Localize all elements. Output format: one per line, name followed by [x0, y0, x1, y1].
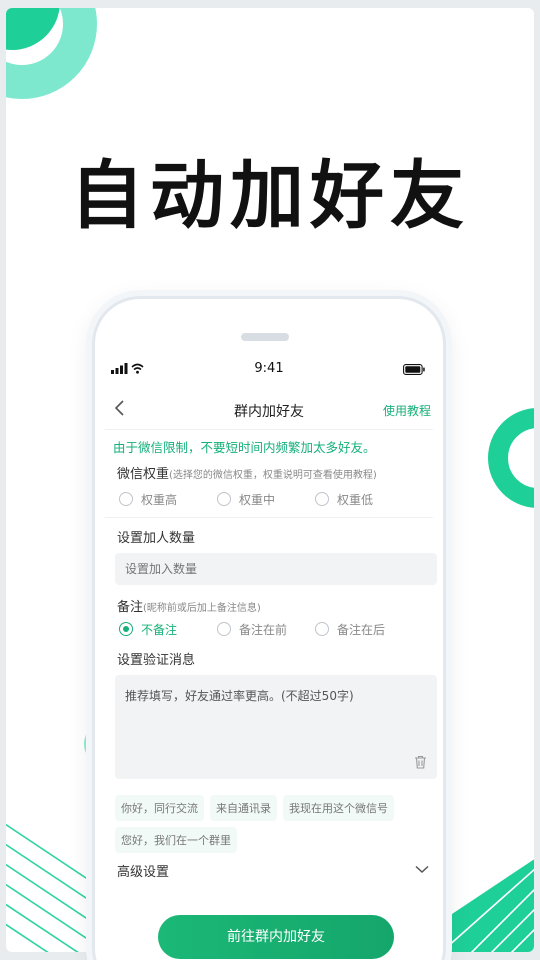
radio-dot: [217, 622, 231, 636]
trash-icon[interactable]: [414, 755, 427, 769]
remark-label: 备注(昵称前或后加上备注信息): [117, 596, 261, 615]
decor-ring-right: [488, 408, 534, 508]
advanced-settings-toggle[interactable]: 高级设置: [117, 861, 429, 883]
remark-options: 不备注 备注在前 备注在后: [119, 619, 433, 639]
radio-label: 权重中: [239, 492, 276, 507]
headline: 自动加好友: [70, 153, 470, 239]
limit-warning: 由于微信限制，不要短时间内频繁加太多好友。: [113, 440, 376, 455]
radio-label: 备注在后: [337, 622, 386, 637]
chip-message[interactable]: 我现在用这个微信号: [283, 795, 394, 821]
advanced-settings-label: 高级设置: [117, 865, 170, 880]
radio-label: 权重低: [337, 492, 374, 507]
status-time: 9:41: [254, 361, 284, 376]
battery-icon: [403, 364, 425, 375]
nav-bar: 群内加好友 使用教程: [95, 395, 443, 425]
remark-label-text: 备注: [117, 600, 144, 615]
speaker-notch: [241, 333, 289, 341]
chip-message[interactable]: 来自通讯录: [210, 795, 277, 821]
radio-label: 权重高: [141, 492, 178, 507]
section-divider: [105, 517, 433, 518]
count-input[interactable]: [115, 553, 437, 585]
radio-weight-high[interactable]: 权重高: [119, 489, 217, 509]
radio-remark-after[interactable]: 备注在后: [315, 619, 413, 639]
nav-divider: [105, 429, 433, 430]
weight-label-text: 微信权重: [117, 467, 170, 482]
radio-dot: [315, 622, 329, 636]
chip-message[interactable]: 你好，同行交流: [115, 795, 204, 821]
radio-label: 不备注: [141, 622, 178, 637]
radio-dot: [315, 492, 329, 506]
chevron-down-icon: [415, 865, 429, 874]
radio-weight-low[interactable]: 权重低: [315, 489, 413, 509]
radio-dot: [119, 622, 133, 636]
verify-placeholder: 推荐填写，好友通过率更高。(不超过50字): [125, 689, 354, 703]
radio-remark-before[interactable]: 备注在前: [217, 619, 315, 639]
quick-message-chips: 你好，同行交流 来自通讯录 我现在用这个微信号您好，我们在一个群里: [115, 795, 435, 859]
status-bar: 9:41: [95, 359, 443, 379]
radio-label: 备注在前: [239, 622, 288, 637]
radio-dot: [119, 492, 133, 506]
weight-options: 权重高 权重中 权重低: [119, 489, 433, 509]
weight-hint: (选择您的微信权重，权重说明可查看使用教程): [169, 470, 377, 481]
chip-message[interactable]: 您好，我们在一个群里: [115, 827, 237, 853]
radio-remark-none[interactable]: 不备注: [119, 619, 217, 639]
radio-dot: [217, 492, 231, 506]
remark-hint: (昵称前或后加上备注信息): [143, 603, 261, 614]
weight-label: 微信权重(选择您的微信权重，权重说明可查看使用教程): [117, 463, 377, 482]
tutorial-link[interactable]: 使用教程: [383, 402, 431, 419]
verify-label: 设置验证消息: [117, 653, 196, 668]
count-label: 设置加人数量: [117, 531, 196, 546]
verify-textarea[interactable]: 推荐填写，好友通过率更高。(不超过50字): [115, 675, 437, 779]
decor-stripes-right: [446, 859, 534, 952]
radio-weight-medium[interactable]: 权重中: [217, 489, 315, 509]
go-add-friends-button[interactable]: 前往群内加好友: [158, 915, 394, 959]
phone-mockup: 9:41 群内加好友 使用教程 由于微信限制，不要短时间内频繁加太多好友。 微信…: [92, 296, 446, 960]
